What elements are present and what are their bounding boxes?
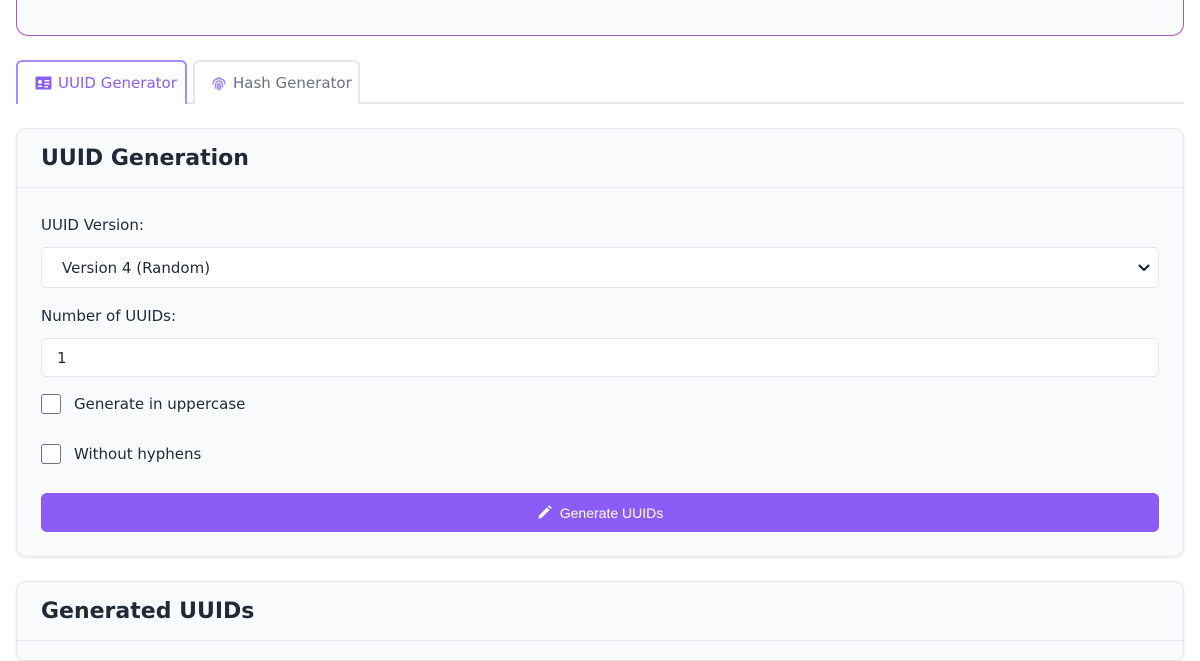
id-card-icon xyxy=(35,76,52,90)
pencil-icon xyxy=(537,505,552,520)
uuid-version-label: UUID Version: xyxy=(41,216,144,234)
uuid-generation-card: UUID Generation UUID Version: Version 4 … xyxy=(16,128,1184,557)
tab-label: UUID Generator xyxy=(58,74,177,92)
uuid-count-input[interactable]: 1 xyxy=(41,338,1159,377)
tab-uuid-generator[interactable]: UUID Generator xyxy=(16,60,187,104)
card-header: UUID Generation xyxy=(17,129,1183,188)
uuid-version-value: Version 4 (Random) xyxy=(62,258,211,277)
fingerprint-icon xyxy=(211,75,227,91)
uppercase-option: Generate in uppercase xyxy=(41,394,245,414)
chevron-down-icon xyxy=(1138,264,1150,272)
card-header: Generated UUIDs xyxy=(17,582,1183,641)
uuid-version-select[interactable]: Version 4 (Random) xyxy=(41,247,1159,288)
no-hyphens-checkbox[interactable] xyxy=(41,444,61,464)
header-card xyxy=(16,0,1184,36)
uuid-count-label: Number of UUIDs: xyxy=(41,307,177,325)
no-hyphens-option: Without hyphens xyxy=(41,444,201,464)
generate-uuids-button[interactable]: Generate UUIDs xyxy=(41,493,1159,532)
card-title: UUID Generation xyxy=(41,145,249,171)
no-hyphens-label: Without hyphens xyxy=(74,445,202,463)
generate-button-label: Generate UUIDs xyxy=(559,504,664,521)
uppercase-checkbox[interactable] xyxy=(41,394,61,414)
card-title: Generated UUIDs xyxy=(41,598,255,624)
generated-uuids-card: Generated UUIDs xyxy=(16,581,1184,661)
uppercase-label: Generate in uppercase xyxy=(74,395,246,413)
uuid-count-value: 1 xyxy=(57,348,67,367)
tab-label: Hash Generator xyxy=(233,74,352,92)
tab-hash-generator[interactable]: Hash Generator xyxy=(193,60,360,104)
tab-bar: UUID Generator Hash Generator xyxy=(16,60,1184,104)
